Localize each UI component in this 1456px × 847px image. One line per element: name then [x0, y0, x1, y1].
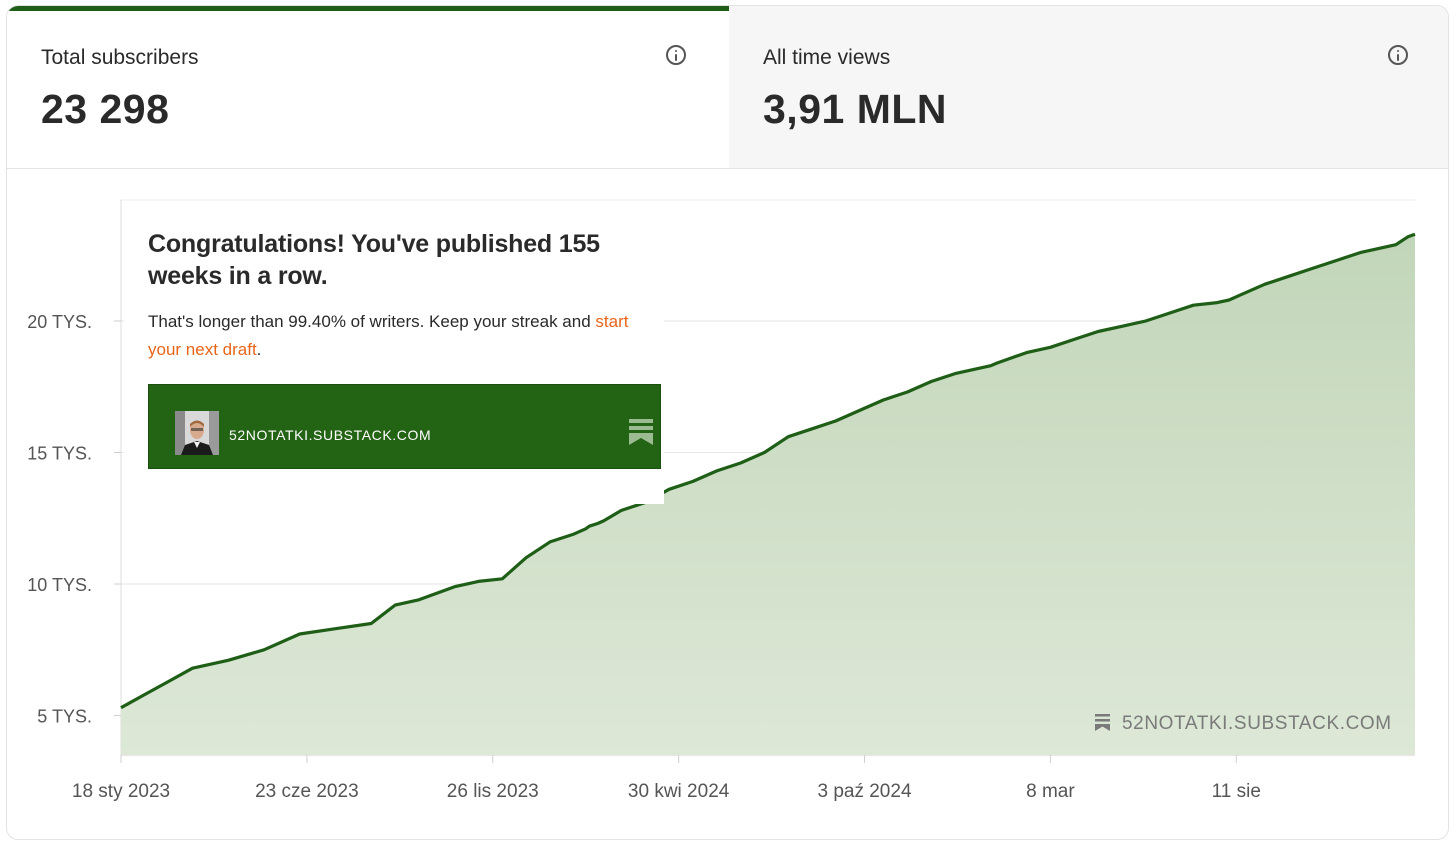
avatar — [175, 411, 219, 455]
banner-domain: 52NOTATKI.SUBSTACK.COM — [229, 427, 432, 443]
x-tick-label: 26 lis 2023 — [447, 781, 539, 802]
y-tick-label: 20 TYS. — [27, 312, 92, 332]
x-axis-ticks: 18 sty 2023 23 cze 2023 26 lis 2023 30 kwi … — [72, 755, 1261, 802]
streak-text-before: That's longer than 99.40% of writers. Ke… — [148, 312, 596, 331]
watermark-text: 52NOTATKI.SUBSTACK.COM — [1122, 713, 1392, 734]
streak-popup: Congratulations! You've published 155 we… — [124, 204, 664, 504]
y-tick-label: 10 TYS. — [27, 575, 92, 595]
x-tick-label: 11 sie — [1212, 781, 1261, 802]
x-tick-label: 8 mar — [1026, 781, 1075, 802]
publication-banner[interactable]: 52NOTATKI.SUBSTACK.COM — [148, 384, 661, 469]
x-tick-label: 18 sty 2023 — [72, 781, 170, 802]
streak-text-after: . — [256, 340, 262, 359]
chart-watermark: 52NOTATKI.SUBSTACK.COM — [1095, 713, 1392, 734]
y-axis-ticks: 5 TYS. 10 TYS. 15 TYS. 20 TYS. — [27, 312, 121, 727]
x-tick-label: 23 cze 2023 — [255, 781, 359, 802]
x-tick-label: 30 kwi 2024 — [628, 781, 730, 802]
y-tick-label: 5 TYS. — [37, 707, 92, 727]
bookmark-icon — [629, 419, 653, 445]
x-tick-label: 3 paź 2024 — [817, 781, 911, 802]
streak-text: That's longer than 99.40% of writers. Ke… — [148, 308, 658, 364]
avatar-portrait-icon — [175, 411, 219, 455]
y-tick-label: 15 TYS. — [27, 444, 92, 464]
streak-title: Congratulations! You've published 155 we… — [148, 230, 600, 290]
